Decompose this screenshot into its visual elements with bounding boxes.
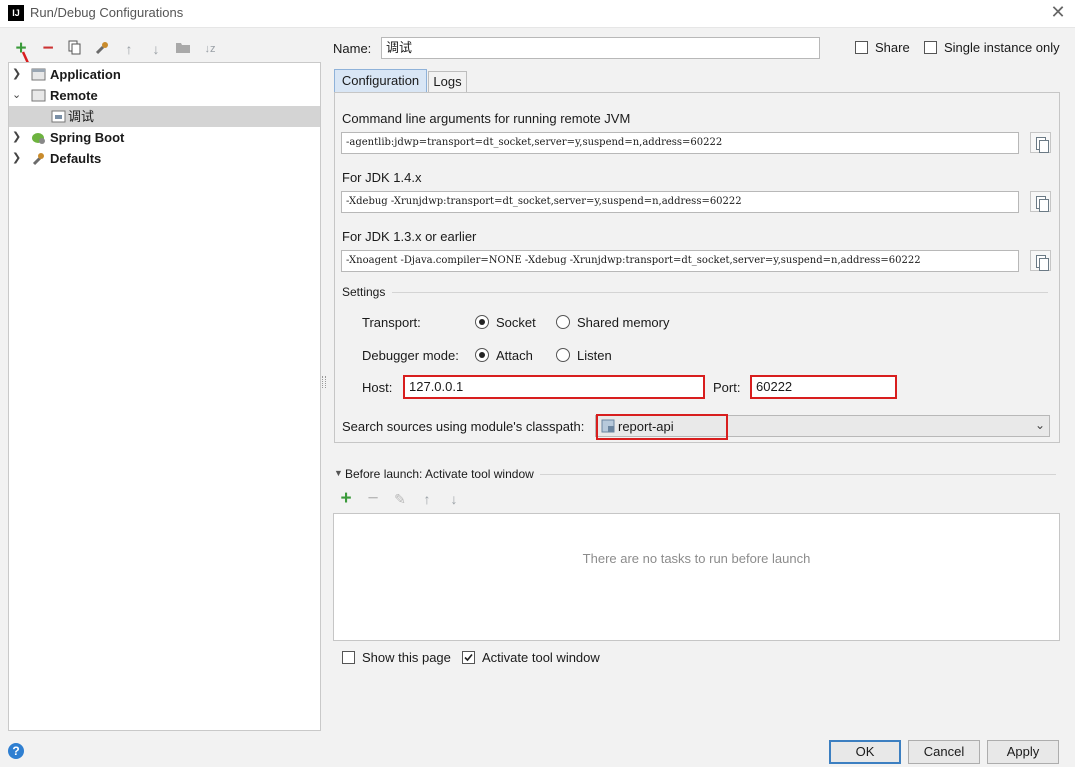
show-page-label: Show this page bbox=[362, 650, 451, 665]
name-field[interactable]: 调试 bbox=[381, 37, 820, 59]
chevron-right-icon[interactable]: ❯ bbox=[12, 148, 22, 169]
spring-boot-icon bbox=[32, 133, 45, 144]
share-label: Share bbox=[875, 40, 910, 55]
transport-shared-memory-radio[interactable] bbox=[556, 315, 570, 329]
port-field[interactable]: 60222 bbox=[750, 375, 897, 399]
add-task-icon[interactable]: + bbox=[338, 489, 354, 508]
single-instance-checkbox[interactable] bbox=[924, 41, 937, 54]
wrench-icon[interactable] bbox=[94, 40, 110, 58]
chevron-right-icon[interactable]: ❯ bbox=[12, 64, 22, 85]
copy-jdk13-button[interactable] bbox=[1030, 250, 1051, 271]
application-icon bbox=[31, 68, 46, 81]
edit-task-icon[interactable]: ✎ bbox=[392, 490, 408, 508]
chevron-right-icon[interactable]: ❯ bbox=[12, 127, 22, 148]
move-down-icon[interactable]: ↓ bbox=[148, 40, 164, 58]
collapse-triangle-icon[interactable]: ▼ bbox=[334, 468, 343, 478]
name-label: Name: bbox=[333, 41, 372, 56]
before-launch-divider bbox=[540, 474, 1056, 475]
tree-item-spring-boot[interactable]: ❯ Spring Boot bbox=[9, 127, 320, 148]
transport-shared-memory-label: Shared memory bbox=[577, 315, 670, 330]
empty-tasks-text: There are no tasks to run before launch bbox=[582, 551, 811, 566]
copy-cmd-args-button[interactable] bbox=[1030, 132, 1051, 153]
tab-logs[interactable]: Logs bbox=[428, 71, 467, 93]
configuration-tree[interactable]: ❯ Application ⌄ Remote 调试 ❯ Spring Boot … bbox=[8, 62, 321, 731]
debugger-mode-label: Debugger mode: bbox=[362, 348, 459, 363]
jdk13-field[interactable]: -Xnoagent -Djava.compiler=NONE -Xdebug -… bbox=[341, 250, 1019, 272]
sort-icon[interactable]: ↓z bbox=[202, 40, 218, 58]
before-launch-title[interactable]: Before launch: Activate tool window bbox=[345, 467, 534, 481]
splitter-handle[interactable] bbox=[322, 376, 326, 388]
activate-tool-window-checkbox[interactable] bbox=[462, 651, 475, 664]
settings-divider bbox=[392, 292, 1048, 293]
single-instance-label: Single instance only bbox=[944, 40, 1060, 55]
jdk13-label: For JDK 1.3.x or earlier bbox=[342, 229, 477, 244]
classpath-value: report-api bbox=[618, 419, 674, 434]
classpath-label: Search sources using module's classpath: bbox=[342, 419, 585, 434]
jdk14-label: For JDK 1.4.x bbox=[342, 170, 422, 185]
tab-configuration[interactable]: Configuration bbox=[334, 69, 427, 93]
remove-task-icon[interactable]: − bbox=[365, 489, 381, 508]
debugger-listen-radio[interactable] bbox=[556, 348, 570, 362]
share-checkbox[interactable] bbox=[855, 41, 868, 54]
module-icon bbox=[601, 419, 615, 433]
port-label: Port: bbox=[713, 380, 741, 395]
close-icon[interactable]: ✕ bbox=[1048, 2, 1068, 22]
tree-item-debug-config[interactable]: 调试 bbox=[9, 106, 320, 127]
host-label: Host: bbox=[362, 380, 393, 395]
chevron-down-icon[interactable]: ⌄ bbox=[12, 85, 22, 106]
host-field[interactable]: 127.0.0.1 bbox=[403, 375, 705, 399]
transport-socket-radio[interactable] bbox=[475, 315, 489, 329]
tree-item-defaults[interactable]: ❯ Defaults bbox=[9, 148, 320, 169]
title-bar: IJ Run/Debug Configurations ✕ bbox=[0, 0, 1075, 28]
cancel-button[interactable]: Cancel bbox=[908, 740, 980, 764]
defaults-wrench-icon bbox=[32, 153, 44, 166]
move-task-down-icon[interactable]: ↓ bbox=[446, 490, 462, 508]
chevron-down-icon[interactable]: ⌄ bbox=[1035, 418, 1045, 432]
debugger-attach-label: Attach bbox=[496, 348, 533, 363]
remote-config-icon bbox=[51, 110, 66, 123]
move-task-up-icon[interactable]: ↑ bbox=[419, 490, 435, 508]
tree-item-remote[interactable]: ⌄ Remote bbox=[9, 85, 320, 106]
copy-jdk14-button[interactable] bbox=[1030, 191, 1051, 212]
show-page-checkbox[interactable] bbox=[342, 651, 355, 664]
before-launch-task-list[interactable] bbox=[333, 513, 1060, 641]
settings-label: Settings bbox=[342, 285, 386, 299]
cmd-args-field[interactable]: -agentlib:jdwp=transport=dt_socket,serve… bbox=[341, 132, 1019, 154]
debugger-attach-radio[interactable] bbox=[475, 348, 489, 362]
help-icon[interactable]: ? bbox=[8, 743, 24, 759]
transport-label: Transport: bbox=[362, 315, 421, 330]
remote-icon bbox=[31, 89, 46, 102]
debugger-listen-label: Listen bbox=[577, 348, 612, 363]
folder-icon[interactable] bbox=[175, 40, 191, 58]
checkmark-icon bbox=[464, 653, 473, 662]
transport-socket-label: Socket bbox=[496, 315, 536, 330]
activate-tool-window-label: Activate tool window bbox=[482, 650, 600, 665]
move-up-icon[interactable]: ↑ bbox=[121, 40, 137, 58]
cmd-args-label: Command line arguments for running remot… bbox=[342, 111, 631, 126]
ok-button[interactable]: OK bbox=[829, 740, 901, 764]
apply-button[interactable]: Apply bbox=[987, 740, 1059, 764]
tree-item-application[interactable]: ❯ Application bbox=[9, 64, 320, 85]
jdk14-field[interactable]: -Xdebug -Xrunjdwp:transport=dt_socket,se… bbox=[341, 191, 1019, 213]
